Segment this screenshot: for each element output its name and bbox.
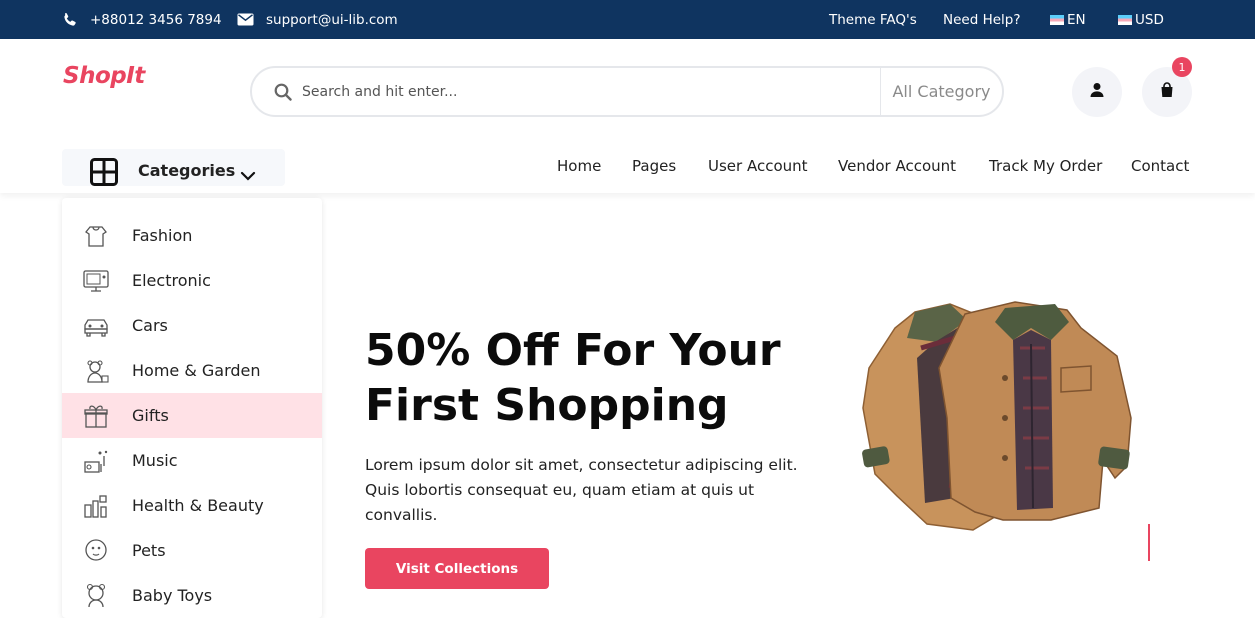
need-help-label: Need Help? — [943, 11, 1021, 28]
category-label: Fashion — [132, 226, 193, 245]
chevron-down-icon — [240, 166, 256, 185]
category-label: Health & Beauty — [132, 496, 264, 515]
grid-icon — [90, 158, 118, 190]
theme-faq-link[interactable]: Theme FAQ's — [829, 0, 917, 39]
category-item-gifts[interactable]: Gifts — [62, 393, 322, 438]
category-item-fashion[interactable]: Fashion — [62, 213, 322, 258]
top-bar: +88012 3456 7894 support@ui-lib.com Them… — [0, 0, 1255, 39]
user-icon — [1089, 82, 1105, 102]
email-contact[interactable]: support@ui-lib.com — [237, 0, 398, 39]
slider-edge-indicator — [1148, 524, 1150, 561]
nav-contact[interactable]: Contact — [1131, 157, 1189, 175]
electronic-icon — [82, 268, 110, 294]
hero-description: Lorem ipsum dolor sit amet, consectetur … — [365, 456, 798, 524]
fashion-icon — [82, 223, 110, 249]
music-icon — [82, 448, 110, 474]
category-label: Music — [132, 451, 178, 470]
baby-toys-icon — [82, 583, 110, 609]
currency-selector[interactable]: USD — [1118, 0, 1164, 39]
home-garden-icon — [82, 358, 110, 384]
theme-faq-label: Theme FAQ's — [829, 11, 917, 28]
cart-count-badge: 1 — [1172, 57, 1192, 77]
nav-pages[interactable]: Pages — [632, 157, 676, 175]
gift-icon — [82, 403, 110, 429]
phone-contact[interactable]: +88012 3456 7894 — [62, 0, 222, 39]
flag-icon — [1118, 14, 1132, 25]
need-help-link[interactable]: Need Help? — [943, 0, 1021, 39]
category-item-music[interactable]: Music — [62, 438, 322, 483]
hero-title: 50% Off For Your First Shopping — [365, 325, 781, 431]
category-item-health-beauty[interactable]: Health & Beauty — [62, 483, 322, 528]
search-input[interactable] — [302, 78, 872, 106]
nav-home[interactable]: Home — [557, 157, 601, 175]
category-menu: Fashion Electronic Cars Home & Garden Gi… — [62, 198, 322, 618]
category-item-baby-toys[interactable]: Baby Toys — [62, 573, 322, 618]
logo[interactable]: ShopIt — [63, 63, 145, 89]
categories-label: Categories — [138, 161, 236, 180]
phone-number: +88012 3456 7894 — [90, 11, 222, 28]
category-label: Gifts — [132, 406, 169, 425]
category-label: Electronic — [132, 271, 211, 290]
category-item-home-garden[interactable]: Home & Garden — [62, 348, 322, 393]
search-bar: All Category — [250, 66, 1004, 117]
shopping-bag-icon — [1159, 82, 1175, 102]
category-item-cars[interactable]: Cars — [62, 303, 322, 348]
currency-label: USD — [1135, 11, 1164, 28]
account-button[interactable] — [1072, 67, 1122, 117]
car-icon — [82, 313, 110, 339]
category-label: Home & Garden — [132, 361, 261, 380]
nav-track-my-order[interactable]: Track My Order — [989, 157, 1102, 175]
category-item-pets[interactable]: Pets — [62, 528, 322, 573]
search-icon[interactable] — [274, 83, 292, 105]
mail-icon — [237, 13, 254, 26]
header: ShopIt All Category 1 Categories Home Pa… — [0, 39, 1255, 193]
categories-button[interactable]: Categories — [62, 149, 285, 186]
language-label: EN — [1067, 11, 1086, 28]
category-label: Baby Toys — [132, 586, 213, 605]
visit-collections-button[interactable]: Visit Collections — [365, 548, 549, 589]
search-category-select[interactable]: All Category — [880, 68, 1002, 115]
nav-vendor-account[interactable]: Vendor Account — [838, 157, 956, 175]
hero-jacket-image — [855, 298, 1145, 538]
category-label: Pets — [132, 541, 166, 560]
flag-icon — [1050, 14, 1064, 25]
language-selector[interactable]: EN — [1050, 0, 1086, 39]
phone-icon — [62, 12, 78, 28]
category-item-electronic[interactable]: Electronic — [62, 258, 322, 303]
email-address: support@ui-lib.com — [266, 11, 398, 28]
category-label: Cars — [132, 316, 168, 335]
health-beauty-icon — [82, 493, 110, 519]
pets-icon — [82, 538, 110, 564]
nav-user-account[interactable]: User Account — [708, 157, 808, 175]
